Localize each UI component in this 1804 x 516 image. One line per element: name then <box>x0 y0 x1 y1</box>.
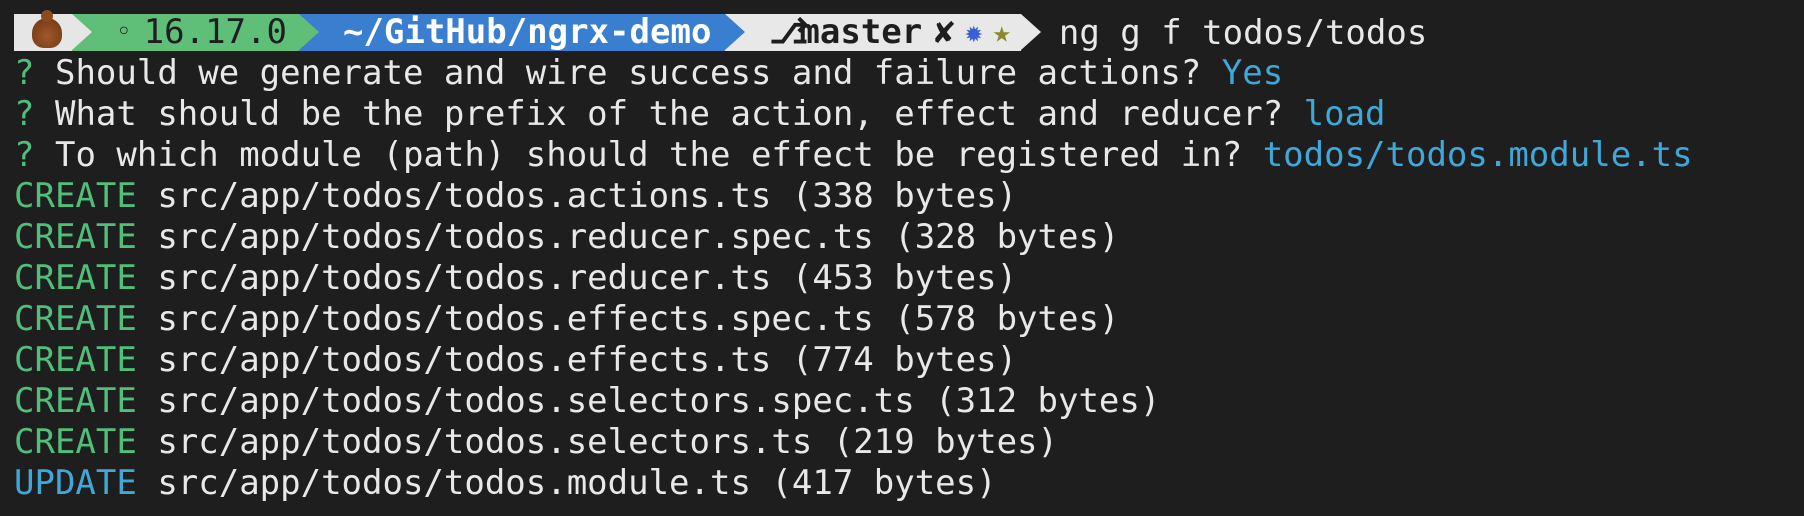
question-line: ? To which module (path) should the effe… <box>14 135 1804 176</box>
output-file: src/app/todos/todos.selectors.ts (219 by… <box>157 422 1058 462</box>
question-text: To which module (path) should the effect… <box>54 135 1243 175</box>
question-answer: todos/todos.module.ts <box>1262 135 1693 175</box>
output-action: CREATE <box>14 217 137 257</box>
output-file: src/app/todos/todos.reducer.spec.ts (328… <box>157 217 1120 257</box>
prompt-segment-node: ◦ 16.17.0 <box>72 12 319 52</box>
output-action: UPDATE <box>14 463 137 503</box>
output-line: CREATE src/app/todos/todos.effects.ts (7… <box>14 340 1804 381</box>
output-line: CREATE src/app/todos/todos.reducer.spec.… <box>14 217 1804 258</box>
output-action: CREATE <box>14 422 137 462</box>
output-line: CREATE src/app/todos/todos.reducer.ts (4… <box>14 258 1804 299</box>
shell-prompt: ◦ 16.17.0 ~/GitHub/ngrx-demo ⎇ master ✘ … <box>14 9 1804 53</box>
poop-icon <box>32 9 62 48</box>
node-version: 16.17.0 <box>143 12 287 52</box>
question-mark: ? <box>14 94 35 134</box>
output-action: CREATE <box>14 381 137 421</box>
prompt-segment-git: ⎇ master ✘ ✹ ★ <box>725 12 1042 52</box>
output-file: src/app/todos/todos.selectors.spec.ts (3… <box>157 381 1161 421</box>
output-action: CREATE <box>14 299 137 339</box>
question-answer: load <box>1303 94 1386 134</box>
output-file: src/app/todos/todos.effects.spec.ts (578… <box>157 299 1120 339</box>
output-action: CREATE <box>14 258 137 298</box>
dot-icon: ◦ <box>116 17 132 47</box>
question-line: ? Should we generate and wire success an… <box>14 53 1804 94</box>
untracked-burst-icon: ✹ <box>964 15 983 50</box>
output-file: src/app/todos/todos.reducer.ts (453 byte… <box>157 258 1018 298</box>
question-line: ? What should be the prefix of the actio… <box>14 94 1804 135</box>
command-input[interactable]: ng g f todos/todos <box>1059 13 1427 53</box>
prompt-segment-status <box>14 9 92 51</box>
git-branch-name: master <box>799 12 923 52</box>
output-action: CREATE <box>14 340 137 380</box>
output-file: src/app/todos/todos.effects.ts (774 byte… <box>157 340 1018 380</box>
question-text: What should be the prefix of the action,… <box>54 94 1284 134</box>
stash-star-icon: ★ <box>992 15 1011 50</box>
prompt-segment-path: ~/GitHub/ngrx-demo <box>298 12 746 52</box>
output-line: CREATE src/app/todos/todos.selectors.ts … <box>14 422 1804 463</box>
output-line: CREATE src/app/todos/todos.actions.ts (3… <box>14 176 1804 217</box>
question-mark: ? <box>14 53 35 93</box>
output-action: CREATE <box>14 176 137 216</box>
current-directory: ~/GitHub/ngrx-demo <box>342 12 712 52</box>
output-line: CREATE src/app/todos/todos.effects.spec.… <box>14 299 1804 340</box>
dirty-cross-icon: ✘ <box>934 12 955 52</box>
git-branch-icon: ⎇ <box>769 12 809 52</box>
output-line: UPDATE src/app/todos/todos.module.ts (41… <box>14 463 1804 504</box>
question-answer: Yes <box>1221 53 1284 93</box>
terminal-window[interactable]: ◦ 16.17.0 ~/GitHub/ngrx-demo ⎇ master ✘ … <box>0 0 1804 516</box>
output-file: src/app/todos/todos.module.ts (417 bytes… <box>157 463 997 503</box>
output-file: src/app/todos/todos.actions.ts (338 byte… <box>157 176 1018 216</box>
question-mark: ? <box>14 135 35 175</box>
question-text: Should we generate and wire success and … <box>54 53 1202 93</box>
output-line: CREATE src/app/todos/todos.selectors.spe… <box>14 381 1804 422</box>
